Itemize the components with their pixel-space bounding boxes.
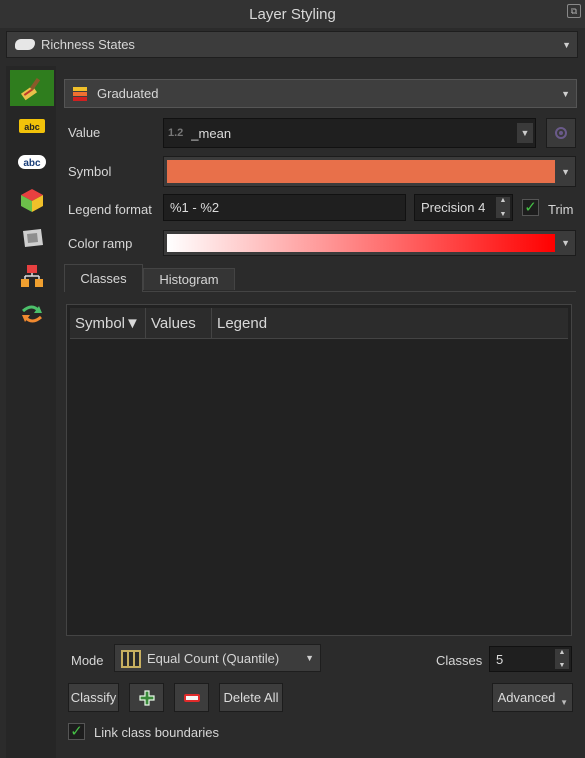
chevron-down-icon: ▼ xyxy=(562,39,571,50)
chevron-down-icon: ▼ xyxy=(517,123,533,143)
sidebar-tab-labels[interactable]: abc xyxy=(10,108,54,144)
classes-table[interactable]: Symbol▼ Values Legend xyxy=(66,304,572,636)
tab-classes[interactable]: Classes xyxy=(64,264,143,292)
sidebar-tab-diagrams[interactable] xyxy=(10,258,54,294)
classify-button[interactable]: Classify xyxy=(68,683,119,712)
legend-format-label: Legend format xyxy=(68,202,152,217)
spin-up-icon[interactable]: ▲ xyxy=(500,197,507,204)
header-symbol[interactable]: Symbol▼ xyxy=(70,308,146,338)
link-class-boundaries-checkbox[interactable]: ✓ xyxy=(68,723,85,740)
polygon-layer-icon xyxy=(15,39,35,50)
chevron-down-icon: ▼ xyxy=(305,653,314,663)
classify-button-label: Classify xyxy=(70,690,117,705)
tab-histogram[interactable]: Histogram xyxy=(143,268,235,290)
delete-all-button[interactable]: Delete All xyxy=(219,683,283,712)
remove-class-button[interactable] xyxy=(174,683,209,712)
mode-selector[interactable]: Equal Count (Quantile) ▼ xyxy=(114,644,321,672)
layer-selector-value: Richness States xyxy=(41,37,135,52)
chevron-down-icon: ▼ xyxy=(561,166,570,177)
window-title: Layer Styling xyxy=(249,5,336,23)
spin-up-icon[interactable]: ▲ xyxy=(559,649,566,656)
paintbrush-icon xyxy=(20,77,41,101)
chevron-down-icon: ▼ xyxy=(561,88,570,99)
tab-classes-label: Classes xyxy=(80,271,127,286)
color-ramp-preview xyxy=(167,234,555,252)
cube-icon xyxy=(21,189,43,212)
expression-button[interactable] xyxy=(546,118,576,148)
legend-format-input[interactable]: %1 - %2 xyxy=(163,194,406,221)
plus-icon xyxy=(138,689,155,706)
text-style-icon: abc xyxy=(18,155,46,169)
link-class-boundaries-label: Link class boundaries xyxy=(94,725,220,740)
color-ramp-button[interactable]: ▼ xyxy=(163,230,576,256)
undo-redo-icon xyxy=(22,305,42,323)
chevron-down-icon: ▼ xyxy=(561,238,570,248)
classes-count-label: Classes xyxy=(436,653,483,668)
labels-icon: abc xyxy=(19,119,45,133)
value-label: Value xyxy=(68,125,101,140)
renderer-value: Graduated xyxy=(97,86,159,101)
sidebar-tab-history[interactable] xyxy=(10,296,54,332)
expression-icon xyxy=(555,127,567,139)
svg-text:abc: abc xyxy=(24,122,40,132)
svg-text:abc: abc xyxy=(23,158,41,169)
mode-label: Mode xyxy=(71,653,104,668)
symbology-panel: Graduated ▼ Value 1.2 _mean ▼ Symbol ▼ L… xyxy=(60,66,585,758)
mode-value: Equal Count (Quantile) xyxy=(147,650,280,666)
numeric-type-icon: 1.2 xyxy=(168,127,184,139)
sidebar-tab-3d[interactable] xyxy=(10,182,54,218)
classes-count-spinbox[interactable]: 5 ▲ ▼ xyxy=(489,646,572,672)
layer-selector[interactable]: Richness States ▼ xyxy=(6,31,578,58)
classes-spin-arrows[interactable]: ▲ ▼ xyxy=(555,649,569,669)
precision-value: Precision 4 xyxy=(421,200,486,215)
symbol-color-swatch xyxy=(167,160,555,183)
spin-down-icon[interactable]: ▼ xyxy=(559,662,566,669)
diagram-icon xyxy=(21,265,43,287)
add-class-button[interactable] xyxy=(129,683,164,712)
legend-format-value: %1 - %2 xyxy=(170,200,220,215)
rendering-icon xyxy=(23,229,43,247)
classes-count-value: 5 xyxy=(496,651,504,667)
trim-label: Trim xyxy=(548,202,574,217)
minus-icon xyxy=(183,693,200,702)
float-dock-icon[interactable]: ⧉ xyxy=(567,4,581,18)
table-header: Symbol▼ Values Legend xyxy=(70,308,568,339)
header-values[interactable]: Values xyxy=(146,308,212,338)
classes-histogram-tabs: Classes Histogram xyxy=(64,264,576,292)
header-legend[interactable]: Legend xyxy=(212,308,570,338)
advanced-button-label: Advanced xyxy=(497,690,556,705)
tab-histogram-label: Histogram xyxy=(159,272,219,287)
symbol-label: Symbol xyxy=(68,164,112,179)
value-field-combo[interactable]: 1.2 _mean ▼ xyxy=(163,118,536,148)
sidebar-tab-rendering[interactable] xyxy=(10,220,54,256)
renderer-selector[interactable]: Graduated ▼ xyxy=(64,79,577,108)
delete-all-button-label: Delete All xyxy=(223,690,279,705)
sidebar-tab-symbology[interactable] xyxy=(10,70,54,106)
style-sidebar: abc abc xyxy=(6,66,56,758)
symbol-button[interactable]: ▼ xyxy=(163,156,576,187)
window-title-bar: Layer Styling ⧉ xyxy=(0,0,585,28)
graduated-icon xyxy=(73,87,87,101)
spin-down-icon[interactable]: ▼ xyxy=(500,211,507,218)
trim-checkbox[interactable]: ✓ xyxy=(522,199,539,216)
equal-count-icon xyxy=(121,650,141,668)
color-ramp-label: Color ramp xyxy=(68,236,133,251)
precision-spin-arrows[interactable]: ▲ ▼ xyxy=(496,197,510,218)
value-field-value: _mean xyxy=(191,125,232,141)
precision-spinbox[interactable]: Precision 4 ▲ ▼ xyxy=(414,194,513,221)
advanced-button[interactable]: Advanced ▼ xyxy=(492,683,573,712)
sidebar-tab-label-style[interactable]: abc xyxy=(10,144,54,180)
chevron-down-icon: ▼ xyxy=(560,698,568,707)
